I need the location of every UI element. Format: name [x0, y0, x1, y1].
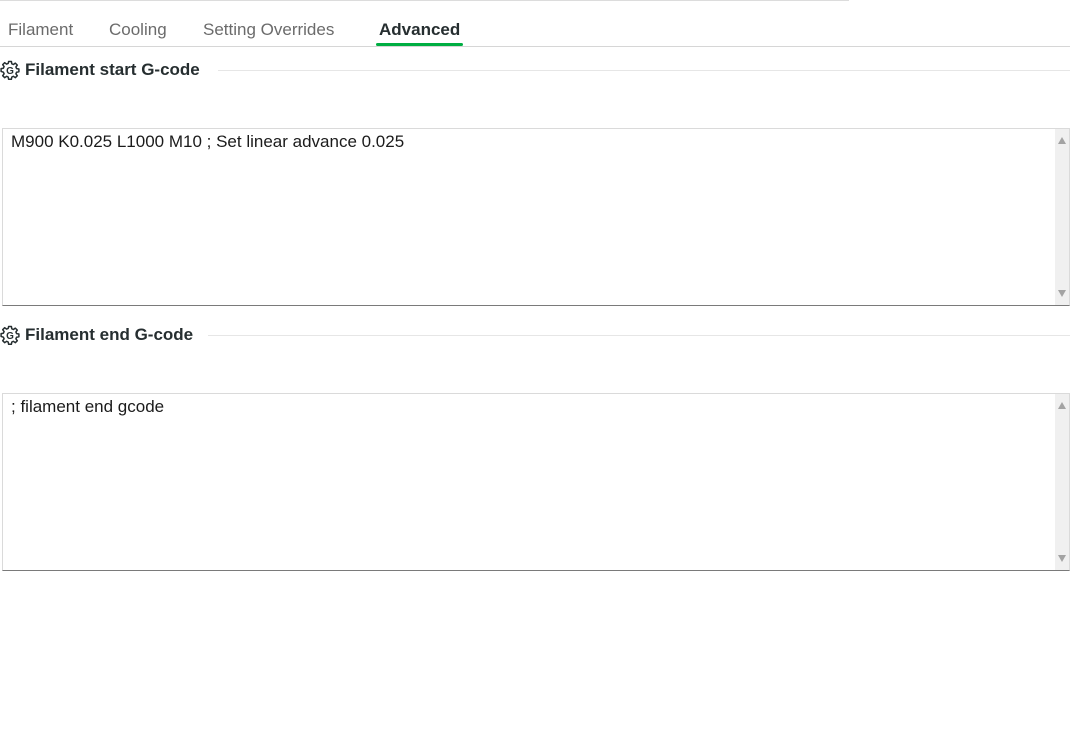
section-header-end-gcode: G Filament end G-code — [0, 324, 1070, 348]
tab-cooling-label: Cooling — [109, 20, 167, 39]
start-gcode-editor[interactable]: M900 K0.025 L1000 M10 ; Set linear advan… — [2, 128, 1070, 306]
scroll-down-arrow-icon[interactable] — [1058, 290, 1066, 297]
tab-bar: Filament Cooling Setting Overrides Advan… — [0, 0, 1070, 47]
start-gcode-text[interactable]: M900 K0.025 L1000 M10 ; Set linear advan… — [11, 131, 1049, 153]
section-header-start-gcode: G Filament start G-code — [0, 59, 1070, 83]
tab-advanced[interactable]: Advanced — [376, 18, 464, 46]
tab-filament[interactable]: Filament — [8, 18, 73, 44]
tab-filament-label: Filament — [8, 20, 74, 39]
section-divider — [208, 335, 1070, 336]
tab-setting-overrides-label: Setting Overrides — [203, 20, 335, 39]
svg-text:G: G — [6, 331, 14, 342]
end-gcode-scrollbar[interactable] — [1055, 394, 1069, 570]
active-tab-indicator — [376, 43, 464, 46]
gear-gcode-icon: G — [0, 60, 20, 80]
svg-text:G: G — [6, 66, 14, 77]
gear-gcode-icon: G — [0, 325, 20, 345]
tab-advanced-label: Advanced — [379, 20, 461, 39]
end-gcode-editor[interactable]: ; filament end gcode — [2, 393, 1070, 571]
tab-setting-overrides[interactable]: Setting Overrides — [203, 18, 334, 44]
tab-cooling[interactable]: Cooling — [109, 18, 167, 44]
section-divider — [218, 70, 1070, 71]
scroll-down-arrow-icon[interactable] — [1058, 555, 1066, 562]
section-title-start-gcode: Filament start G-code — [25, 60, 200, 79]
scroll-up-arrow-icon[interactable] — [1058, 402, 1066, 409]
end-gcode-text[interactable]: ; filament end gcode — [11, 396, 1049, 418]
section-title-end-gcode: Filament end G-code — [25, 325, 194, 344]
start-gcode-scrollbar[interactable] — [1055, 129, 1069, 305]
scroll-up-arrow-icon[interactable] — [1058, 137, 1066, 144]
